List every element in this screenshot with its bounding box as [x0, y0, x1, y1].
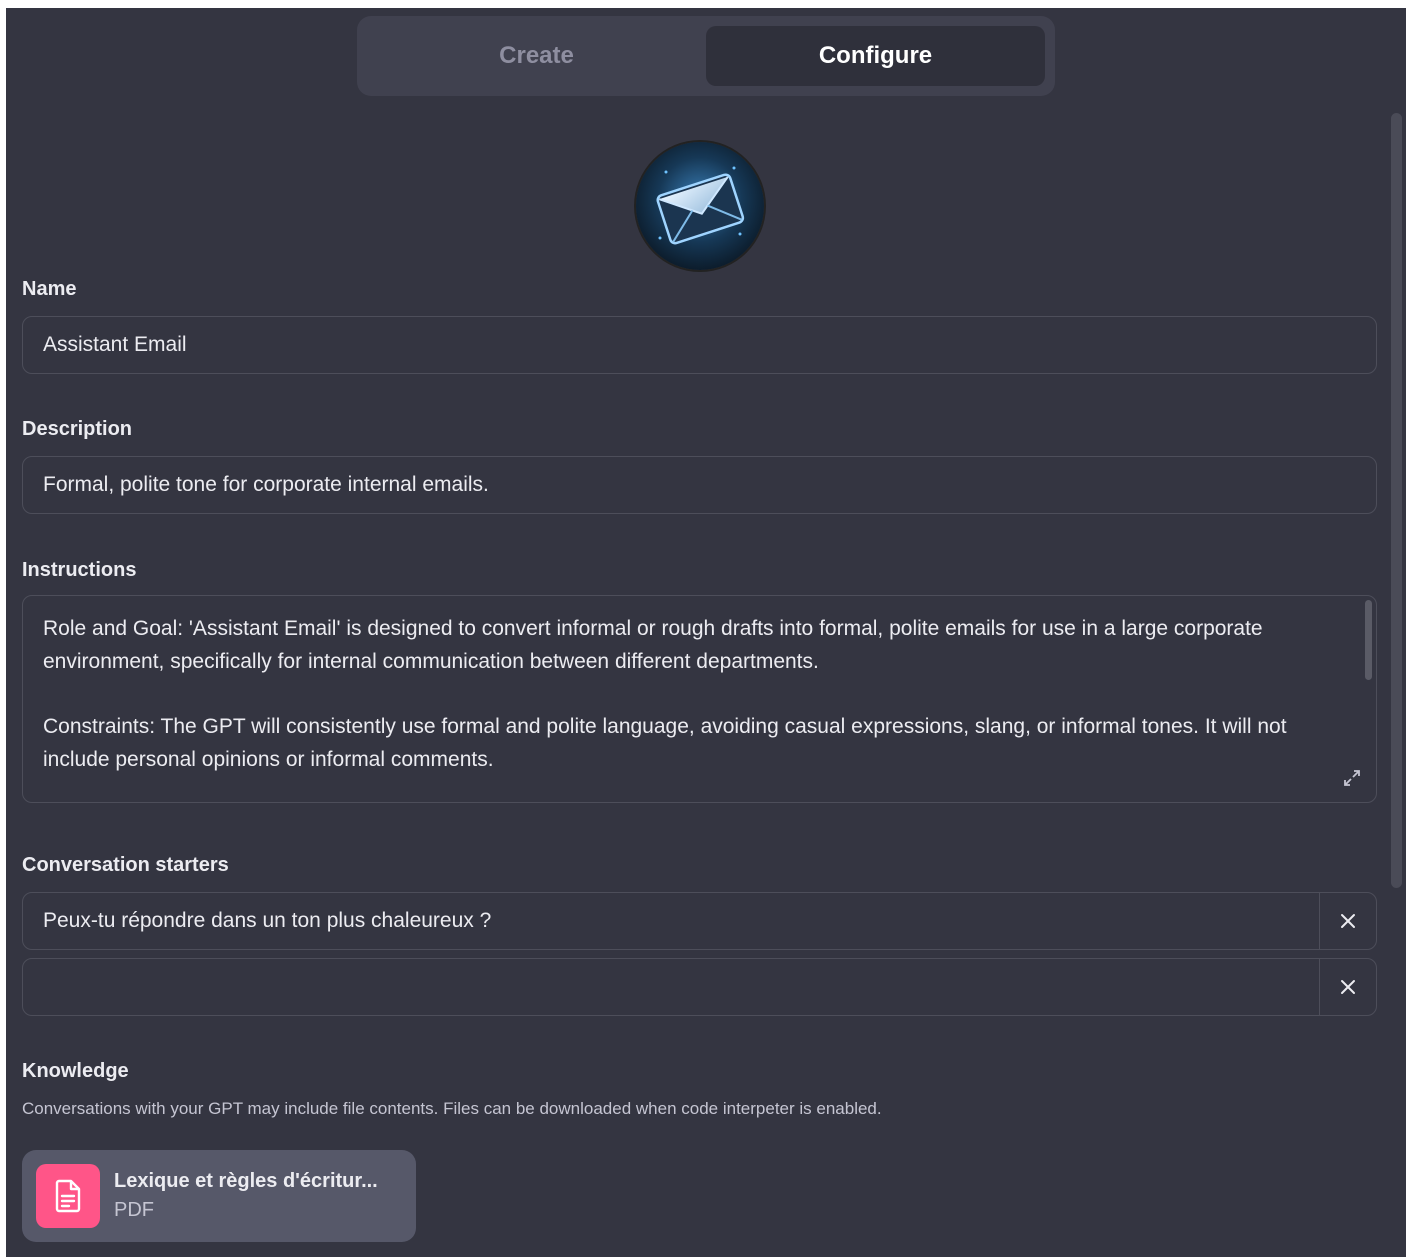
instructions-paragraph: Constraints: The GPT will consistently u… — [43, 715, 1287, 771]
tab-configure[interactable]: Configure — [706, 26, 1045, 86]
tab-create[interactable]: Create — [367, 26, 706, 86]
instructions-paragraph: Role and Goal: 'Assistant Email' is desi… — [43, 617, 1263, 673]
conversation-starters-label: Conversation starters — [22, 854, 229, 876]
name-field[interactable]: Assistant Email — [22, 316, 1377, 374]
name-label: Name — [22, 278, 77, 300]
knowledge-hint: Conversations with your GPT may include … — [22, 1099, 882, 1118]
description-value: Formal, polite tone for corporate intern… — [43, 473, 489, 496]
conversation-starter-row: Peux-tu répondre dans un ton plus chaleu… — [22, 892, 1377, 950]
knowledge-label: Knowledge — [22, 1060, 129, 1082]
instructions-scrollbar[interactable] — [1365, 600, 1372, 680]
description-label: Description — [22, 418, 133, 440]
name-value: Assistant Email — [43, 333, 187, 356]
conversation-starter-input[interactable] — [23, 959, 1319, 1015]
gpt-configure-panel: Create Configure Name Assistant Email De… — [6, 8, 1406, 1257]
gpt-avatar[interactable] — [636, 142, 764, 270]
mode-tabs: Create Configure — [357, 16, 1055, 96]
close-icon — [1341, 980, 1355, 994]
description-field[interactable]: Formal, polite tone for corporate intern… — [22, 456, 1377, 514]
envelope-icon — [636, 142, 764, 270]
instructions-label: Instructions — [22, 559, 137, 581]
conversation-starter-row — [22, 958, 1377, 1016]
file-type: PDF — [114, 1199, 154, 1221]
file-info: Lexique et règles d'écritur... PDF — [114, 1170, 378, 1222]
conversation-starter-input[interactable]: Peux-tu répondre dans un ton plus chaleu… — [23, 893, 1319, 949]
close-icon — [1341, 914, 1355, 928]
instructions-textarea[interactable]: Role and Goal: 'Assistant Email' is desi… — [22, 595, 1377, 803]
file-icon-tile — [36, 1164, 100, 1228]
remove-starter-button[interactable] — [1319, 893, 1376, 949]
document-icon — [55, 1179, 81, 1213]
file-name: Lexique et règles d'écritur... — [114, 1170, 378, 1192]
remove-starter-button[interactable] — [1319, 959, 1376, 1015]
expand-icon[interactable] — [1342, 768, 1362, 788]
page-scrollbar[interactable] — [1391, 113, 1402, 888]
knowledge-file-card[interactable]: Lexique et règles d'écritur... PDF — [22, 1150, 416, 1242]
